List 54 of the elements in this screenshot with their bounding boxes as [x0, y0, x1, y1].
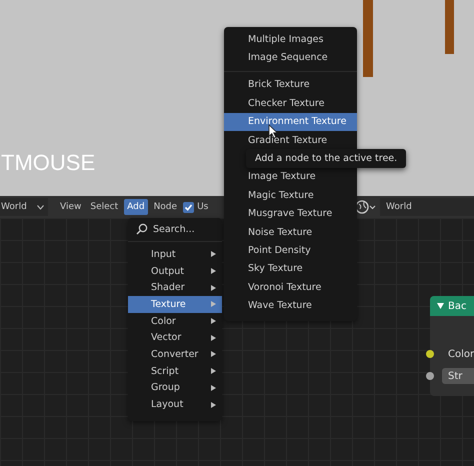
menu-item[interactable]: Multiple Images [224, 30, 357, 48]
menu-item[interactable]: Brick Texture [224, 76, 357, 94]
socket-icon[interactable] [426, 350, 434, 358]
menu-item[interactable]: Shader [128, 279, 222, 296]
globe-icon[interactable] [355, 200, 377, 214]
menu-item[interactable]: Voronoi Texture [224, 278, 357, 296]
menu-item[interactable]: Texture [128, 296, 222, 313]
menu-item[interactable]: Sky Texture [224, 260, 357, 278]
menu-item[interactable]: Wave Texture [224, 296, 357, 315]
submenu-arrow-icon [211, 284, 216, 291]
header-menu[interactable]: Select [87, 199, 122, 215]
node-header: Bac [430, 296, 474, 316]
submenu-arrow-icon [211, 384, 216, 391]
submenu-arrow-icon [211, 334, 216, 341]
menu-item[interactable]: Magic Texture [224, 186, 357, 205]
menu-item[interactable]: Gradient Texture [224, 130, 357, 150]
menu-item[interactable]: Converter [128, 346, 222, 363]
tooltip: Add a node to the active tree. [246, 149, 406, 168]
menu-item[interactable]: Musgrave Texture [224, 204, 357, 223]
header-menu[interactable]: Node [150, 199, 180, 215]
submenu-arrow-icon [211, 301, 216, 308]
submenu-arrow-icon [211, 251, 216, 258]
submenu-arrow-icon [211, 268, 216, 274]
menu-item[interactable]: Image Texture [224, 168, 357, 186]
menu-item[interactable]: Group [128, 380, 222, 396]
menu-item[interactable]: Script [128, 362, 222, 380]
caret-icon [37, 204, 44, 210]
header-menu[interactable]: Add [124, 199, 148, 215]
collapse-triangle-icon[interactable] [437, 303, 444, 309]
submenu-arrow-icon [211, 402, 216, 408]
search-item[interactable]: Search... [128, 221, 222, 237]
submenu-arrow-icon [211, 318, 216, 324]
search-icon [136, 223, 148, 235]
menu-item[interactable]: Output [128, 262, 222, 280]
menu-item[interactable]: Image Sequence [224, 48, 357, 67]
socket-label: Color [448, 348, 474, 360]
keystroke-overlay: TMOUSE [1, 150, 96, 176]
world-field[interactable]: World [380, 198, 474, 216]
menu-item[interactable]: Point Density [224, 241, 357, 260]
menu-item[interactable]: Color [128, 312, 222, 330]
menu-item[interactable]: Checker Texture [224, 94, 357, 113]
menu-item[interactable]: Environment Texture [224, 112, 357, 131]
submenu-arrow-icon [211, 368, 216, 374]
strength-field[interactable]: Str [442, 368, 474, 384]
menu-item[interactable]: Vector [128, 329, 222, 346]
menu-item[interactable]: Noise Texture [224, 222, 357, 242]
checkbox-label: Us [197, 202, 208, 212]
submenu-arrow-icon [211, 351, 216, 358]
use-nodes-checkbox[interactable] [183, 202, 194, 212]
menu-item[interactable]: Input [128, 246, 222, 263]
header-menu[interactable]: View [57, 199, 84, 215]
editor-dropdown[interactable]: World [0, 198, 48, 216]
socket-icon[interactable] [426, 372, 434, 380]
menu-item[interactable]: Layout [128, 396, 222, 413]
